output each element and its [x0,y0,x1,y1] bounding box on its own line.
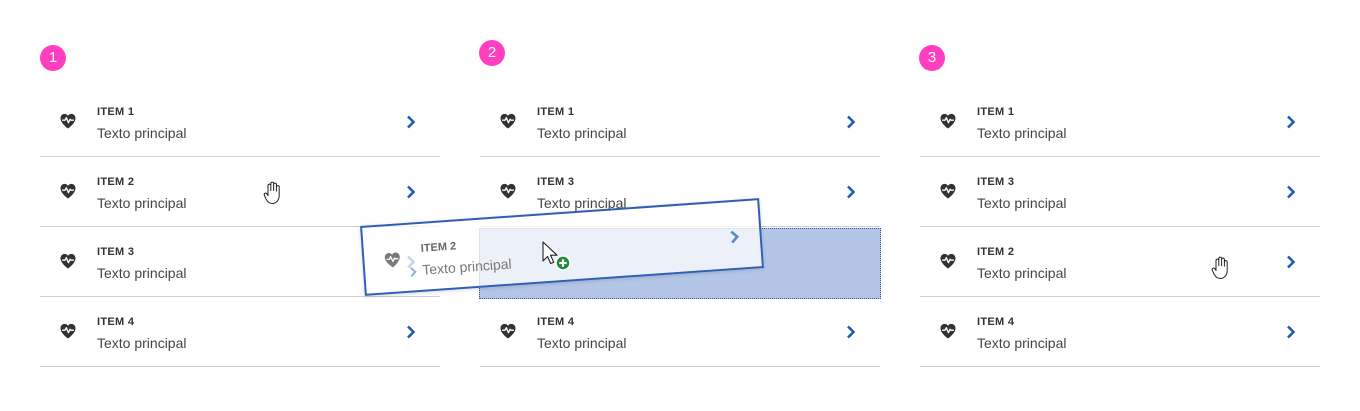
step-badge-2: 2 [479,40,505,66]
heart-pulse-icon [384,252,400,268]
item-title: ITEM 1 [537,106,575,118]
arrow-plus-cursor-icon [542,241,571,271]
heart-pulse-icon [60,253,76,269]
chevron-right-icon[interactable] [1286,325,1296,339]
item-title: ITEM 2 [977,246,1015,258]
chevron-right-icon[interactable] [406,185,416,199]
item-title: ITEM 4 [97,316,135,328]
list-item[interactable]: ITEM 2 Texto principal [920,227,1320,297]
item-text: Texto principal [537,335,627,351]
chevron-right-icon[interactable] [1286,115,1296,129]
step-badge-3: 3 [919,45,945,71]
item-title: ITEM 2 [420,240,457,255]
item-text: Texto principal [97,195,187,211]
heart-pulse-icon [500,183,516,199]
chevron-right-icon[interactable] [1286,185,1296,199]
item-text: Texto principal [977,265,1067,281]
list-item[interactable]: ITEM 1 Texto principal [920,87,1320,157]
item-text: Texto principal [97,335,187,351]
heart-pulse-icon [60,183,76,199]
item-text: Texto principal [977,195,1067,211]
heart-pulse-icon [60,323,76,339]
item-title: ITEM 3 [977,176,1015,188]
item-title: ITEM 4 [537,316,575,328]
chevron-right-icon[interactable] [846,115,856,129]
chevron-right-icon [410,267,417,278]
item-text: Texto principal [97,265,187,281]
list-item[interactable]: ITEM 4 Texto principal [480,297,880,367]
list-item[interactable]: ITEM 1 Texto principal [480,87,880,157]
hand-grab-cursor-icon [1211,256,1228,279]
heart-pulse-icon [500,323,516,339]
chevron-right-icon[interactable] [406,325,416,339]
item-text: Texto principal [421,255,513,278]
item-text: Texto principal [977,335,1067,351]
hand-grab-cursor-icon [263,181,280,204]
item-title: ITEM 4 [977,316,1015,328]
chevron-right-icon[interactable] [729,230,740,245]
step-badge-1: 1 [40,45,66,71]
item-title: ITEM 3 [537,176,575,188]
heart-pulse-icon [60,113,76,129]
item-title: ITEM 1 [97,106,135,118]
heart-pulse-icon [940,253,956,269]
chevron-right-icon[interactable] [406,115,416,129]
heart-pulse-icon [940,183,956,199]
heart-pulse-icon [940,323,956,339]
chevron-right-icon[interactable] [1286,255,1296,269]
item-text: Texto principal [977,125,1067,141]
list-item[interactable]: ITEM 2 Texto principal [40,157,440,227]
item-text: Texto principal [537,125,627,141]
item-text: Texto principal [97,125,187,141]
heart-pulse-icon [940,113,956,129]
list-panel-3: ITEM 1 Texto principal ITEM 3 Texto prin… [920,87,1320,367]
item-title: ITEM 1 [977,106,1015,118]
heart-pulse-icon [500,113,516,129]
chevron-right-icon[interactable] [846,325,856,339]
list-item[interactable]: ITEM 4 Texto principal [40,297,440,367]
list-item[interactable]: ITEM 4 Texto principal [920,297,1320,367]
chevron-right-icon[interactable] [846,185,856,199]
list-item[interactable]: ITEM 3 Texto principal [920,157,1320,227]
item-title: ITEM 3 [97,246,135,258]
item-title: ITEM 2 [97,176,135,188]
list-item[interactable]: ITEM 1 Texto principal [40,87,440,157]
